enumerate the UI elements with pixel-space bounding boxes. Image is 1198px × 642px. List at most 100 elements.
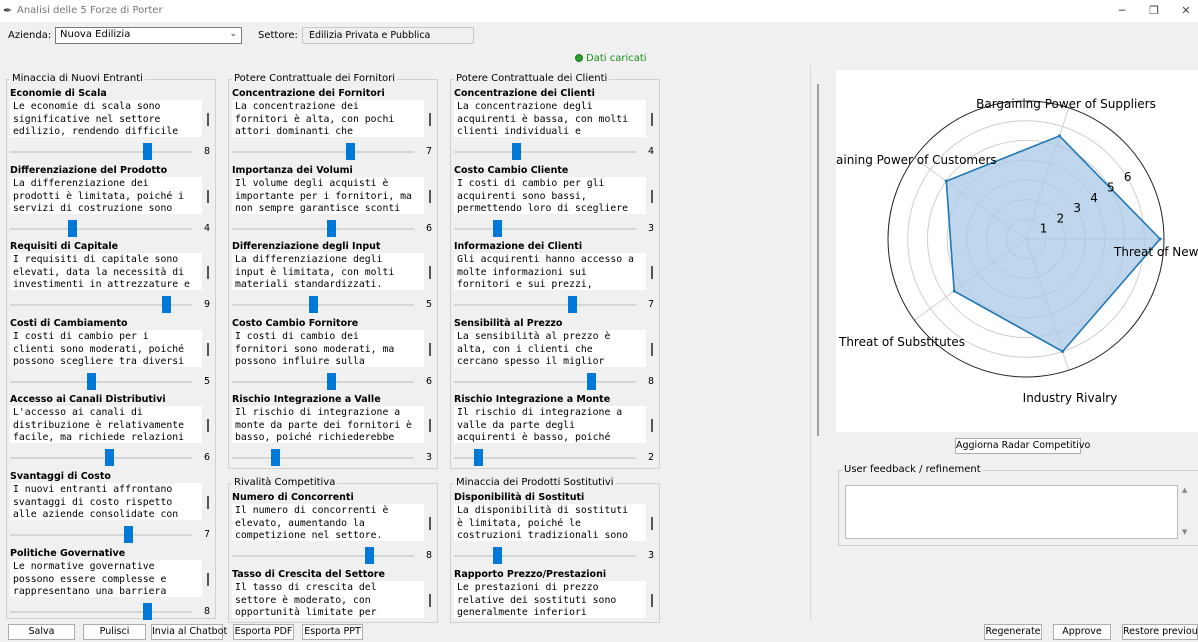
textarea-scrollbar[interactable] xyxy=(204,177,212,214)
maximize-button[interactable]: ❐ xyxy=(1144,3,1164,19)
slider-thumb[interactable] xyxy=(327,220,336,237)
scroll-thumb[interactable] xyxy=(429,594,431,607)
approve-button[interactable]: Approve xyxy=(1053,624,1111,640)
scroll-thumb[interactable] xyxy=(207,113,209,126)
scroll-thumb[interactable] xyxy=(429,419,431,432)
slider-thumb[interactable] xyxy=(68,220,77,237)
slider-track[interactable] xyxy=(232,381,414,383)
textarea-scrollbar[interactable] xyxy=(648,177,656,214)
slider-thumb[interactable] xyxy=(87,373,96,390)
slider-thumb[interactable] xyxy=(327,373,336,390)
slider-thumb[interactable] xyxy=(493,547,502,564)
slider-thumb[interactable] xyxy=(143,143,152,160)
settore-input[interactable]: Edilizia Privata e Pubblica xyxy=(302,27,474,44)
scroll-thumb[interactable] xyxy=(429,343,431,356)
field-textarea[interactable]: La concentrazione degli acquirenti è bass… xyxy=(454,100,646,137)
textarea-scrollbar[interactable] xyxy=(426,581,434,618)
chatbot-button[interactable]: Invia al Chatbot xyxy=(151,624,227,640)
slider-thumb[interactable] xyxy=(512,143,521,160)
slider-thumb[interactable] xyxy=(587,373,596,390)
slider-track[interactable] xyxy=(10,228,192,230)
slider-track[interactable] xyxy=(10,611,192,613)
field-textarea[interactable]: L'accesso ai canali di distribuzione è re… xyxy=(10,406,202,443)
textarea-scrollbar[interactable] xyxy=(426,253,434,290)
field-textarea[interactable]: I costi di cambio per gli acquirenti sono… xyxy=(454,177,646,214)
slider-thumb[interactable] xyxy=(105,449,114,466)
scroll-thumb[interactable] xyxy=(651,343,653,356)
slider-track[interactable] xyxy=(232,457,414,459)
slider-thumb[interactable] xyxy=(493,220,502,237)
textarea-scrollbar[interactable] xyxy=(204,330,212,367)
restore-previous-button[interactable]: Restore previous xyxy=(1122,624,1198,640)
textarea-scrollbar[interactable] xyxy=(426,406,434,443)
textarea-scrollbar[interactable] xyxy=(204,483,212,520)
field-textarea[interactable]: I costi di cambio per i clienti sono mode… xyxy=(10,330,202,367)
scroll-thumb[interactable] xyxy=(429,517,431,530)
export-pdf-button[interactable]: Esporta PDF xyxy=(233,624,294,640)
textarea-scrollbar[interactable] xyxy=(426,100,434,137)
slider-track[interactable] xyxy=(10,151,192,153)
scroll-thumb[interactable] xyxy=(651,190,653,203)
slider-track[interactable] xyxy=(454,228,636,230)
update-radar-button[interactable]: Aggiorna Radar Competitivo xyxy=(955,438,1090,454)
azienda-combobox[interactable]: Nuova Edilizia ⌄ xyxy=(55,27,242,44)
field-textarea[interactable]: Il numero di concorrenti è elevato, aumen… xyxy=(232,504,424,541)
field-textarea[interactable]: Le normative governative possono essere c… xyxy=(10,560,202,597)
field-textarea[interactable]: La concentrazione dei fornitori è alta, c… xyxy=(232,100,424,137)
slider-thumb[interactable] xyxy=(346,143,355,160)
field-textarea[interactable]: I nuovi entranti affrontano svantaggi di … xyxy=(10,483,202,520)
slider-track[interactable] xyxy=(232,555,414,557)
field-textarea[interactable]: Il rischio di integrazione a valle da par… xyxy=(454,406,646,443)
scroll-thumb[interactable] xyxy=(651,517,653,530)
field-textarea[interactable]: Le economie di scala sono significative n… xyxy=(10,100,202,137)
scroll-thumb[interactable] xyxy=(207,573,209,586)
scroll-thumb[interactable] xyxy=(651,419,653,432)
close-button[interactable]: ✕ xyxy=(1176,3,1196,19)
scroll-thumb[interactable] xyxy=(207,496,209,509)
scroll-thumb[interactable] xyxy=(207,266,209,279)
slider-track[interactable] xyxy=(10,381,192,383)
scroll-thumb[interactable] xyxy=(207,343,209,356)
scroll-up-icon[interactable]: ▲ xyxy=(1182,486,1187,494)
field-textarea[interactable]: Le prestazioni di prezzo relative dei sos… xyxy=(454,581,646,618)
salva-button[interactable]: Salva xyxy=(8,624,75,640)
textarea-scrollbar[interactable] xyxy=(648,100,656,137)
scroll-thumb[interactable] xyxy=(651,113,653,126)
scroll-thumb[interactable] xyxy=(651,594,653,607)
textarea-scrollbar[interactable] xyxy=(204,253,212,290)
scroll-thumb[interactable] xyxy=(651,266,653,279)
slider-track[interactable] xyxy=(10,457,192,459)
slider-track[interactable] xyxy=(232,151,414,153)
field-textarea[interactable]: Il rischio di integrazione a monte da par… xyxy=(232,406,424,443)
slider-thumb[interactable] xyxy=(162,296,171,313)
slider-track[interactable] xyxy=(232,228,414,230)
field-textarea[interactable]: La differenziazione dei prodotti è limita… xyxy=(10,177,202,214)
regenerate-button[interactable]: Regenerate xyxy=(984,624,1042,640)
minimize-button[interactable]: ─ xyxy=(1112,3,1132,19)
field-textarea[interactable]: Gli acquirenti hanno accesso a molte info… xyxy=(454,253,646,290)
slider-track[interactable] xyxy=(10,534,192,536)
field-textarea[interactable]: I requisiti di capitale sono elevati, dat… xyxy=(10,253,202,290)
slider-thumb[interactable] xyxy=(474,449,483,466)
slider-track[interactable] xyxy=(232,304,414,306)
slider-track[interactable] xyxy=(454,381,636,383)
textarea-scrollbar[interactable] xyxy=(648,406,656,443)
textarea-scrollbar[interactable] xyxy=(426,330,434,367)
slider-track[interactable] xyxy=(454,304,636,306)
field-textarea[interactable]: La disponibilità di sostituti è limitata,… xyxy=(454,504,646,541)
slider-thumb[interactable] xyxy=(309,296,318,313)
textarea-scrollbar[interactable] xyxy=(648,253,656,290)
slider-thumb[interactable] xyxy=(124,526,133,543)
scroll-thumb[interactable] xyxy=(207,419,209,432)
scroll-thumb[interactable] xyxy=(207,190,209,203)
feedback-scrollbar[interactable]: ▲ ▼ xyxy=(1180,485,1192,539)
field-textarea[interactable]: Il tasso di crescita del settore è modera… xyxy=(232,581,424,618)
pulisci-button[interactable]: Pulisci xyxy=(83,624,146,640)
field-textarea[interactable]: Il volume degli acquisti è importante per… xyxy=(232,177,424,214)
slider-thumb[interactable] xyxy=(143,603,152,620)
field-textarea[interactable]: I costi di cambio dei fornitori sono mode… xyxy=(232,330,424,367)
slider-thumb[interactable] xyxy=(568,296,577,313)
scroll-thumb[interactable] xyxy=(429,266,431,279)
textarea-scrollbar[interactable] xyxy=(204,560,212,597)
textarea-scrollbar[interactable] xyxy=(648,504,656,541)
